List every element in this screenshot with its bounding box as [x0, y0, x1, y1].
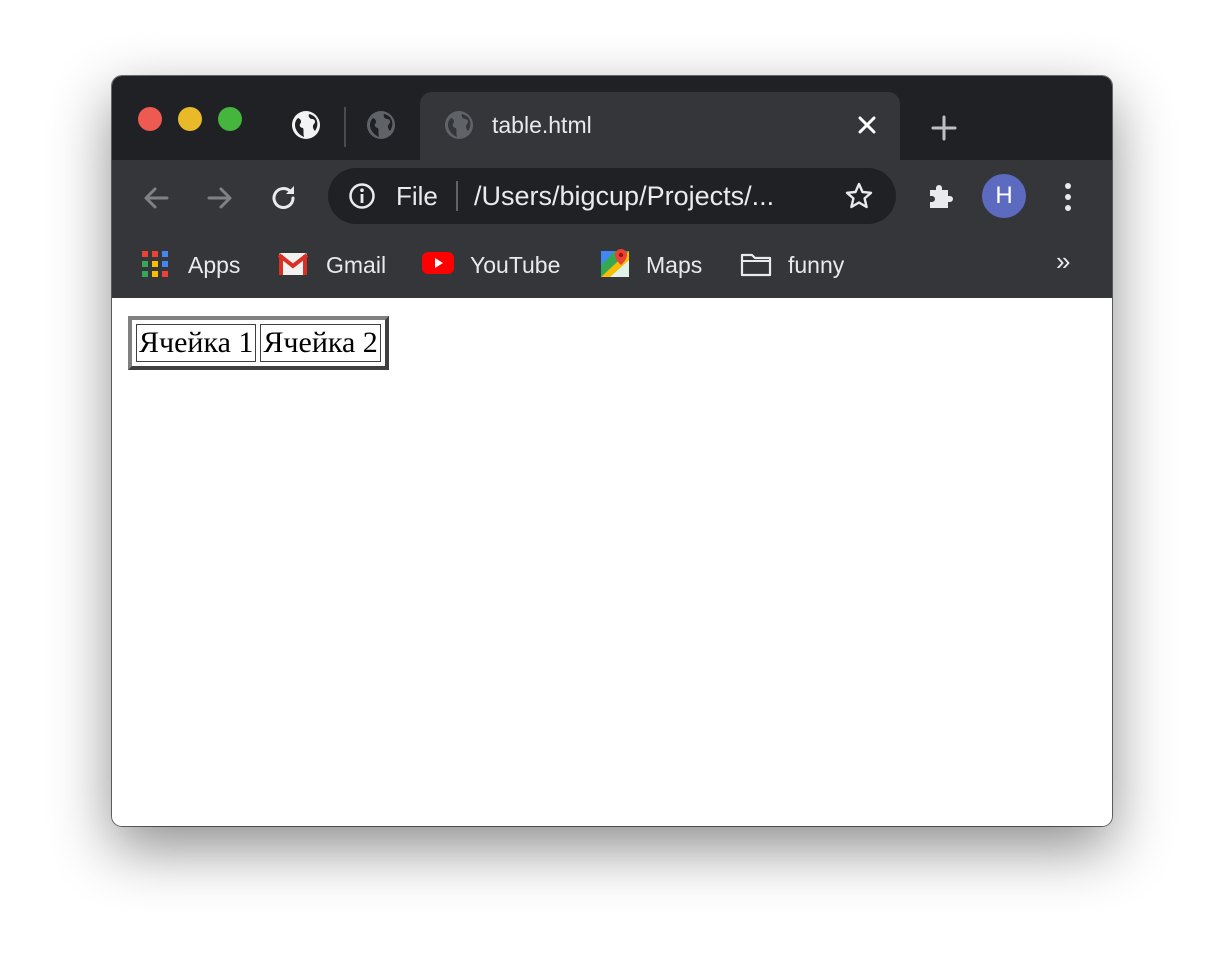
bookmark-label: funny: [788, 252, 845, 278]
url-text[interactable]: /Users/bigcup/Projects/...: [474, 181, 774, 212]
tab-title: table.html: [492, 112, 592, 138]
browser-window: table.html File /Users/bigcup/Projects/.…: [112, 76, 1112, 826]
new-tab-plus-icon[interactable]: [930, 114, 958, 142]
close-window-button[interactable]: [138, 107, 162, 131]
close-icon[interactable]: [856, 114, 878, 136]
back-arrow-icon[interactable]: [140, 182, 172, 214]
address-bar[interactable]: File /Users/bigcup/Projects/...: [328, 168, 896, 224]
globe-icon: [444, 110, 474, 140]
bookmarks-overflow-chevron[interactable]: »: [1056, 246, 1070, 277]
forward-arrow-icon[interactable]: [204, 182, 236, 214]
page-content: Ячейка 1 Ячейка 2: [112, 298, 1112, 826]
data-table: Ячейка 1 Ячейка 2: [128, 316, 389, 370]
star-icon[interactable]: [844, 181, 874, 211]
address-divider: [456, 181, 458, 211]
bookmark-folder-funny[interactable]: funny: [740, 240, 870, 290]
pinned-tab-globe-icon[interactable]: [291, 110, 321, 140]
youtube-icon: [422, 252, 454, 274]
info-icon[interactable]: [348, 182, 376, 210]
pinned-tab-globe-icon-dim[interactable]: [366, 110, 396, 140]
extensions-puzzle-icon[interactable]: [924, 180, 956, 212]
tab-divider: [344, 107, 346, 147]
bookmark-maps[interactable]: Maps: [600, 240, 720, 290]
avatar[interactable]: H: [982, 174, 1026, 218]
bookmark-label: Gmail: [326, 252, 387, 278]
scheme-label: File: [396, 181, 438, 211]
bookmark-label: Apps: [188, 252, 241, 278]
folder-icon: [740, 253, 772, 277]
tab-strip: table.html: [112, 76, 1112, 160]
table-row: Ячейка 1 Ячейка 2: [136, 324, 381, 362]
bookmark-youtube[interactable]: YouTube: [422, 240, 572, 290]
minimize-window-button[interactable]: [178, 107, 202, 131]
table-cell: Ячейка 2: [260, 324, 381, 362]
bookmark-apps[interactable]: Apps: [142, 240, 252, 290]
bookmark-gmail[interactable]: Gmail: [278, 240, 398, 290]
reload-icon[interactable]: [268, 182, 300, 214]
bookmarks-bar: Apps Gmail YouTube Maps funny »: [112, 232, 1112, 298]
kebab-menu-icon[interactable]: [1056, 180, 1080, 214]
maximize-window-button[interactable]: [218, 107, 242, 131]
gmail-icon: [278, 253, 308, 275]
maps-icon: [601, 249, 629, 277]
toolbar: File /Users/bigcup/Projects/... H Apps G…: [112, 160, 1112, 298]
apps-grid-icon: [142, 251, 168, 277]
table-cell: Ячейка 1: [136, 324, 257, 362]
bookmark-label: YouTube: [470, 252, 561, 278]
bookmark-label: Maps: [646, 252, 703, 278]
tab-active[interactable]: table.html: [420, 92, 900, 160]
